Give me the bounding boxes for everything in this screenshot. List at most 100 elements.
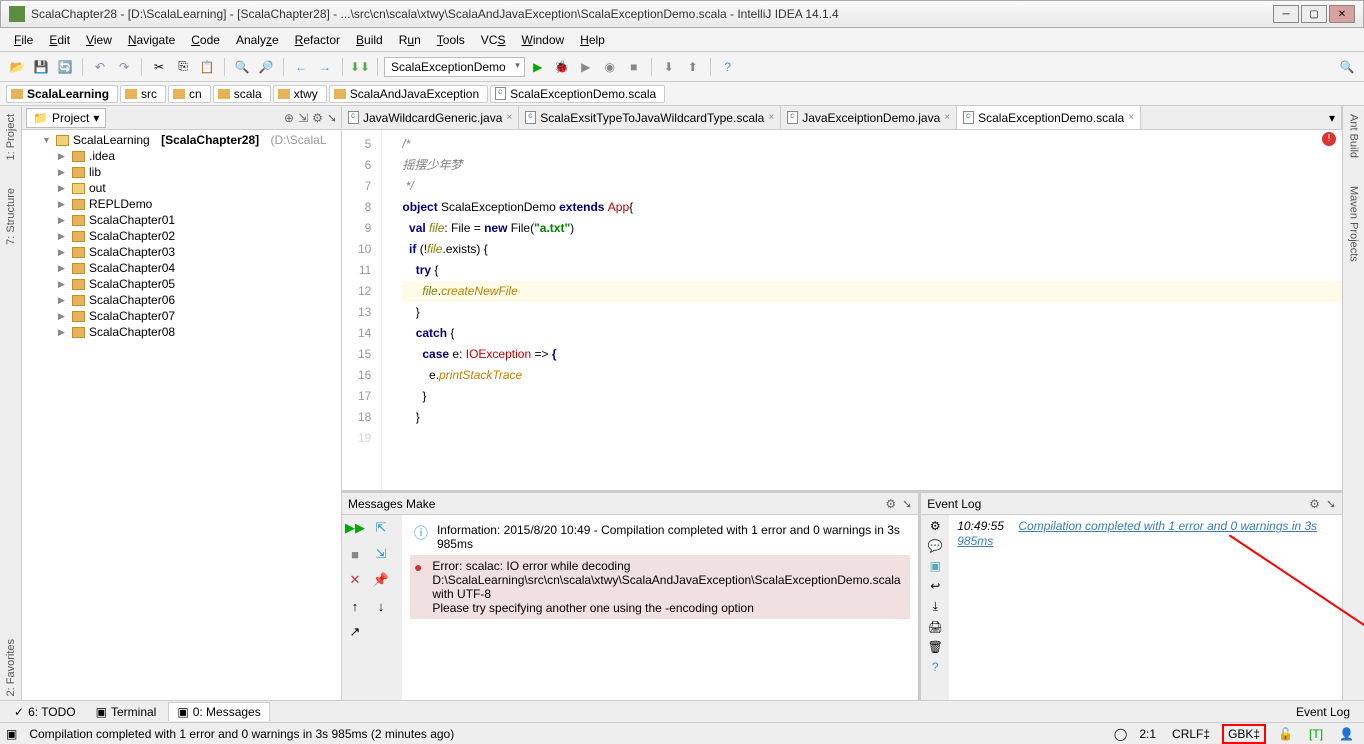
mark-icon[interactable]: ▣ bbox=[930, 559, 941, 573]
tree-folder[interactable]: ▶ScalaChapter07 bbox=[22, 308, 341, 324]
tree-folder[interactable]: ▶ScalaChapter06 bbox=[22, 292, 341, 308]
breadcrumb-root[interactable]: ScalaLearning bbox=[6, 85, 118, 103]
tree-folder[interactable]: ▶ScalaChapter04 bbox=[22, 260, 341, 276]
tree-folder[interactable]: ▶lib bbox=[22, 164, 341, 180]
settings-icon[interactable]: ⚙ bbox=[930, 519, 941, 533]
cut-icon[interactable]: ✂ bbox=[148, 56, 170, 78]
menu-analyze[interactable]: Analyze bbox=[228, 31, 287, 49]
rail-maven[interactable]: Maven Projects bbox=[1348, 182, 1360, 266]
tree-root[interactable]: ▼ ScalaLearning [ScalaChapter28] (D:\Sca… bbox=[22, 132, 341, 148]
tree-folder[interactable]: ▶.idea bbox=[22, 148, 341, 164]
editor-tab[interactable]: JavaWildcardGeneric.java× bbox=[342, 106, 519, 129]
run-icon[interactable]: ▶ bbox=[527, 56, 549, 78]
vcs2-icon[interactable]: ⬆ bbox=[682, 56, 704, 78]
search-everywhere-icon[interactable]: 🔍 bbox=[1336, 56, 1358, 78]
menu-build[interactable]: Build bbox=[348, 31, 391, 49]
breadcrumb-item[interactable]: scala bbox=[213, 85, 271, 103]
close-icon[interactable]: ✕ bbox=[346, 571, 364, 589]
down-icon[interactable]: ↓ bbox=[372, 597, 390, 615]
project-tree[interactable]: ▼ ScalaLearning [ScalaChapter28] (D:\Sca… bbox=[22, 130, 341, 700]
soft-wrap-icon[interactable]: ↩ bbox=[930, 579, 940, 593]
pin-icon[interactable]: 📌 bbox=[372, 571, 390, 589]
open-icon[interactable]: 📂 bbox=[6, 56, 28, 78]
tree-folder[interactable]: ▶out bbox=[22, 180, 341, 196]
hide-icon[interactable]: ➘ bbox=[1326, 497, 1336, 511]
hide-icon[interactable]: ➘ bbox=[902, 497, 912, 511]
scroll-icon[interactable]: ⤓ bbox=[933, 599, 938, 614]
vcs1-icon[interactable]: ⬇ bbox=[658, 56, 680, 78]
maximize-button[interactable]: ▢ bbox=[1301, 5, 1327, 23]
hide-icon[interactable]: ➘ bbox=[327, 111, 337, 125]
balloon-icon[interactable]: 💬 bbox=[928, 539, 943, 553]
coverage-icon[interactable]: ▶ bbox=[575, 56, 597, 78]
rail-ant[interactable]: Ant Build bbox=[1348, 110, 1360, 162]
menu-run[interactable]: Run bbox=[391, 31, 429, 49]
tab-eventlog[interactable]: Event Log bbox=[1288, 703, 1358, 721]
help-icon[interactable]: ? bbox=[932, 660, 939, 674]
tree-folder[interactable]: ▶REPLDemo bbox=[22, 196, 341, 212]
collapse-icon[interactable]: ⇲ bbox=[372, 545, 390, 563]
tab-messages[interactable]: ▣ 0: Messages bbox=[168, 702, 269, 721]
lock-icon[interactable]: 🔓 bbox=[1274, 727, 1297, 741]
menu-code[interactable]: Code bbox=[183, 31, 228, 49]
status-encoding[interactable]: GBK‡ bbox=[1222, 724, 1266, 744]
menu-navigate[interactable]: Navigate bbox=[120, 31, 183, 49]
breadcrumb-file[interactable]: ScalaExceptionDemo.scala bbox=[490, 85, 665, 103]
menu-view[interactable]: View bbox=[78, 31, 120, 49]
windows-icon[interactable]: ▣ bbox=[6, 727, 17, 741]
close-tab-icon[interactable]: × bbox=[1128, 112, 1134, 123]
save-icon[interactable]: 💾 bbox=[30, 56, 52, 78]
rerun-icon[interactable]: ▶▶ bbox=[346, 519, 364, 537]
menu-vcs[interactable]: VCS bbox=[473, 31, 514, 49]
autoscroll-icon[interactable]: ⊕ bbox=[284, 111, 294, 125]
tree-folder[interactable]: ▶ScalaChapter03 bbox=[22, 244, 341, 260]
rail-project[interactable]: 1: Project bbox=[5, 110, 17, 164]
tree-folder[interactable]: ▶ScalaChapter02 bbox=[22, 228, 341, 244]
editor-tab-active[interactable]: ScalaExceptionDemo.scala× bbox=[957, 106, 1141, 129]
paste-icon[interactable]: 📋 bbox=[196, 56, 218, 78]
profile-icon[interactable]: ◉ bbox=[599, 56, 621, 78]
project-view-combo[interactable]: 📁 Project ▾ bbox=[26, 108, 106, 128]
breadcrumb-item[interactable]: cn bbox=[168, 85, 211, 103]
build-icon[interactable]: ⬇⬇ bbox=[349, 56, 371, 78]
close-tab-icon[interactable]: × bbox=[768, 112, 774, 123]
tree-folder[interactable]: ▶ScalaChapter05 bbox=[22, 276, 341, 292]
debug-icon[interactable]: 🐞 bbox=[551, 56, 573, 78]
menu-help[interactable]: Help bbox=[572, 31, 613, 49]
print-icon[interactable]: 🖨 bbox=[928, 620, 943, 634]
menu-file[interactable]: File bbox=[6, 31, 41, 49]
collapse-icon[interactable]: ⇲ bbox=[298, 111, 308, 125]
status-position[interactable]: 2:1 bbox=[1135, 727, 1160, 741]
breadcrumb-item[interactable]: src bbox=[120, 85, 166, 103]
back-icon[interactable]: ← bbox=[290, 56, 312, 78]
forward-icon[interactable]: → bbox=[314, 56, 336, 78]
log-link[interactable]: Compilation completed with 1 error and 0… bbox=[957, 519, 1317, 548]
run-config-combo[interactable]: ScalaExceptionDemo bbox=[384, 57, 525, 77]
editor-tab[interactable]: ScalaExsitTypeToJavaWildcardType.scala× bbox=[519, 106, 781, 129]
replace-icon[interactable]: 🔎 bbox=[255, 56, 277, 78]
up-icon[interactable]: ↑ bbox=[346, 597, 364, 615]
status-inspection[interactable]: [T] bbox=[1305, 727, 1327, 741]
help-icon[interactable]: ? bbox=[717, 56, 739, 78]
tree-folder[interactable]: ▶ScalaChapter01 bbox=[22, 212, 341, 228]
menu-window[interactable]: Window bbox=[513, 31, 572, 49]
tab-list-icon[interactable]: ▾ bbox=[1323, 106, 1342, 129]
hector-icon[interactable]: ◯ bbox=[1114, 727, 1127, 741]
editor-tab[interactable]: JavaExceiptionDemo.java× bbox=[781, 106, 957, 129]
tree-folder[interactable]: ▶ScalaChapter08 bbox=[22, 324, 341, 340]
minimize-button[interactable]: ─ bbox=[1273, 5, 1299, 23]
undo-icon[interactable]: ↶ bbox=[89, 56, 111, 78]
gear-icon[interactable]: ⚙ bbox=[885, 497, 896, 511]
rail-structure[interactable]: 7: Structure bbox=[5, 184, 17, 249]
stop-icon[interactable]: ■ bbox=[623, 56, 645, 78]
code-editor[interactable]: 5678910111213141516171819 /*摇摆少年梦 */obje… bbox=[342, 130, 1342, 490]
memory-icon[interactable]: 👤 bbox=[1335, 727, 1358, 741]
breadcrumb-item[interactable]: ScalaAndJavaException bbox=[329, 85, 488, 103]
status-line-sep[interactable]: CRLF‡ bbox=[1168, 727, 1214, 741]
rail-favorites[interactable]: 2: Favorites bbox=[5, 635, 17, 700]
redo-icon[interactable]: ↷ bbox=[113, 56, 135, 78]
close-tab-icon[interactable]: × bbox=[944, 112, 950, 123]
menu-tools[interactable]: Tools bbox=[429, 31, 473, 49]
export-icon[interactable]: ↗ bbox=[346, 623, 364, 641]
expand-icon[interactable]: ⇱ bbox=[372, 519, 390, 537]
